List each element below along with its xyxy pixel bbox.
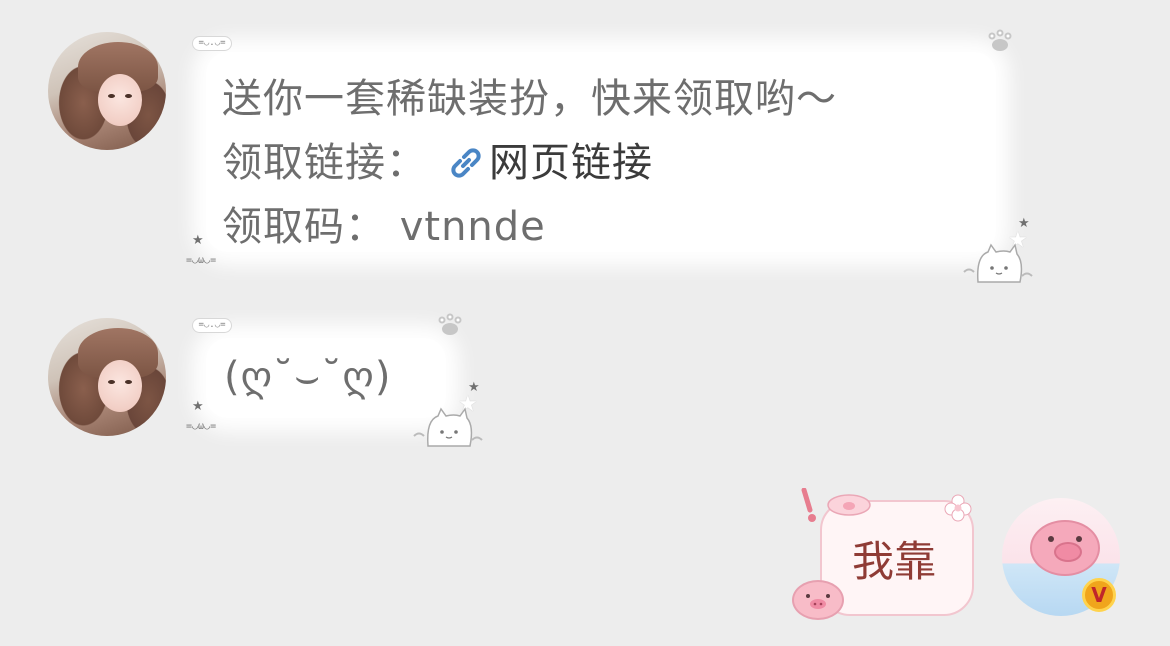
message-2-text: (ღ˘⌣˘ღ) xyxy=(224,354,392,400)
link-label: 领取链接： xyxy=(222,140,427,186)
paw-icon xyxy=(434,312,468,344)
paw-icon xyxy=(984,28,1018,60)
bubble-tag-face: =◡.◡= xyxy=(192,318,232,333)
avatar-face xyxy=(98,360,142,412)
message-3-text: 我靠 xyxy=(852,537,937,586)
vip-badge: V xyxy=(1082,578,1116,612)
pig-nose xyxy=(1054,542,1082,562)
side-face-text: =◡ω◡= xyxy=(186,421,217,432)
message-1-line-2: 领取链接： 网页链接 xyxy=(222,130,653,192)
pig-icon xyxy=(826,490,872,520)
web-link[interactable]: 网页链接 xyxy=(489,140,653,186)
avatar-eye xyxy=(108,380,115,384)
cat-icon xyxy=(408,406,486,456)
flower-icon xyxy=(944,494,972,526)
avatar-eye xyxy=(125,380,132,384)
link-icon xyxy=(447,144,485,192)
avatar-other-2[interactable] xyxy=(48,318,166,436)
pig-face xyxy=(1030,520,1100,576)
avatar-face xyxy=(98,74,142,126)
exclamation-icon xyxy=(798,487,824,532)
side-face-text: =◡ω◡= xyxy=(186,255,217,266)
star-icon: ★ xyxy=(192,233,204,248)
pig-icon xyxy=(792,580,844,620)
pig-eye xyxy=(1048,536,1054,542)
avatar-other-1[interactable] xyxy=(48,32,166,150)
cat-icon xyxy=(958,242,1036,292)
avatar-eye xyxy=(108,94,115,98)
message-1-line-1: 送你一套稀缺装扮，快来领取哟～ xyxy=(222,76,837,122)
avatar-eye xyxy=(125,94,132,98)
star-icon: ★ xyxy=(192,399,204,414)
message-1-line-3: 领取码： vtnnde xyxy=(222,204,546,250)
bubble-tag-face: =◡.◡= xyxy=(192,36,232,51)
pig-eye xyxy=(1076,536,1082,542)
